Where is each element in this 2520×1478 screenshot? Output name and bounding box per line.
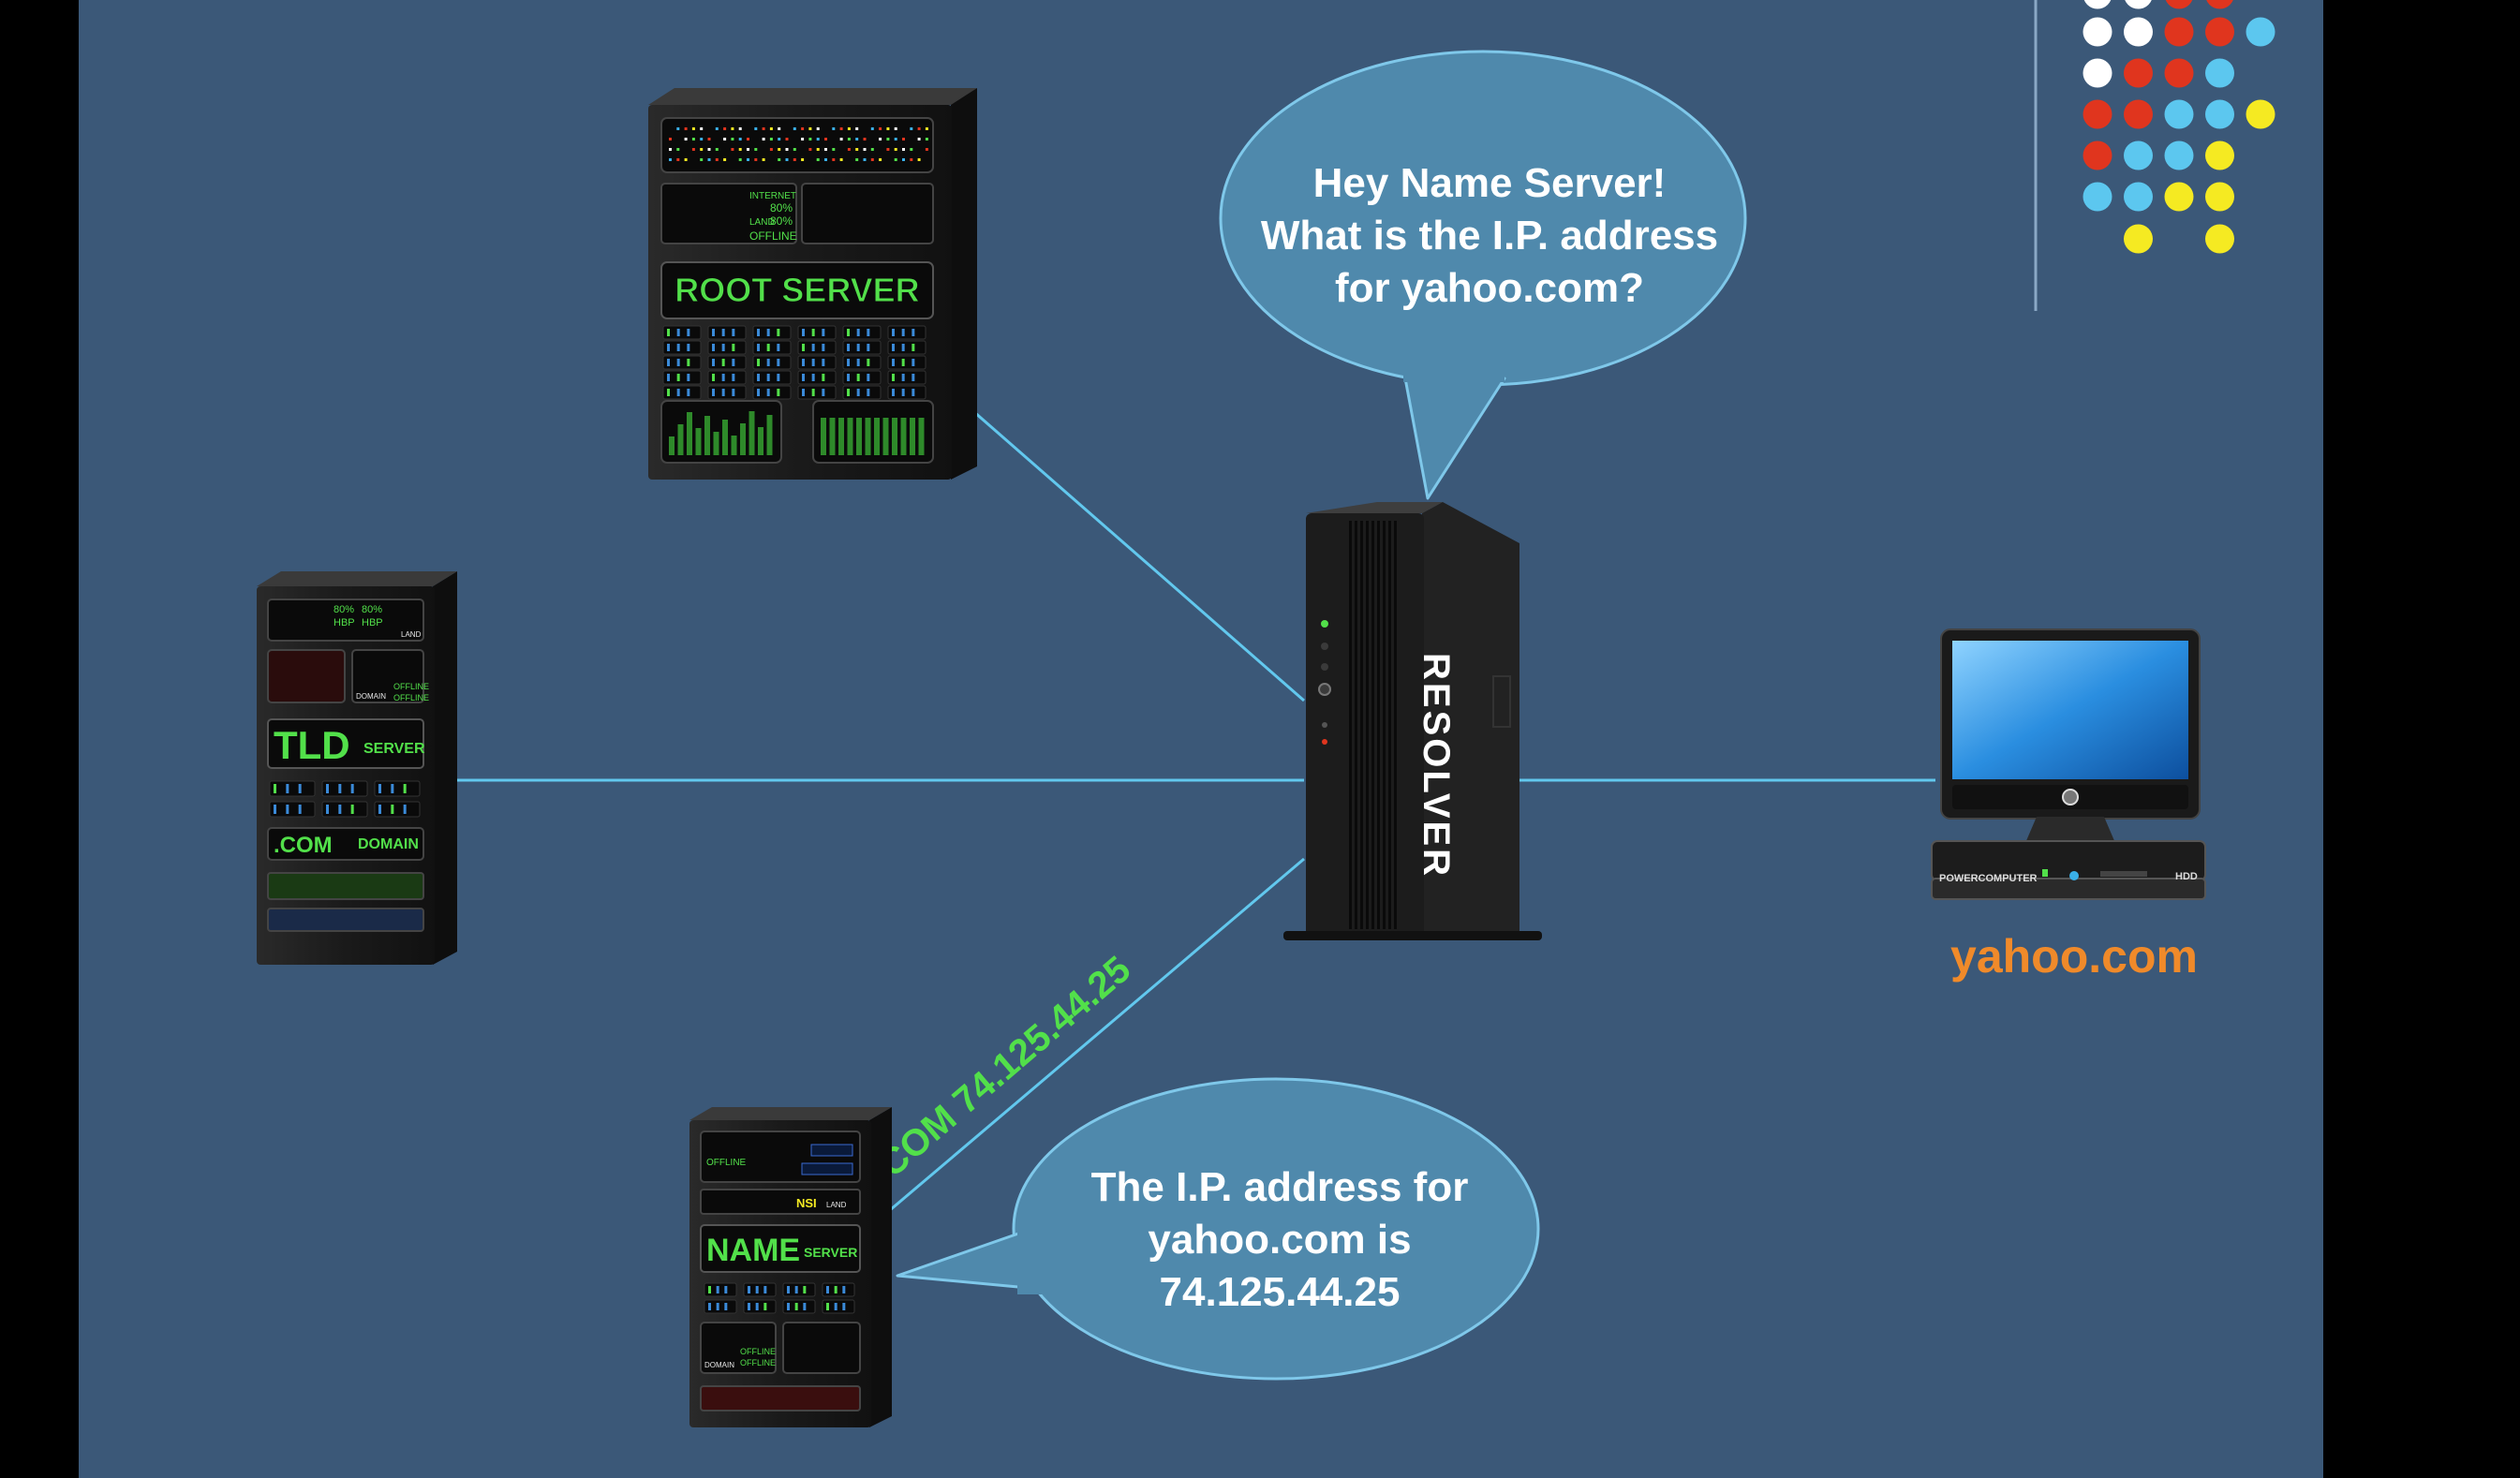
decorative-dot — [2124, 224, 2153, 254]
answer-line-3: 74.125.44.25 — [1160, 1269, 1401, 1315]
root-panel-text: OFFLINE — [749, 229, 797, 243]
decorative-dot — [2205, 17, 2234, 47]
root-server-label: ROOT SERVER — [674, 271, 919, 309]
decorative-dot — [2164, 58, 2194, 88]
question-line-1: Hey Name Server! — [1313, 160, 1667, 206]
decorative-dot — [2083, 58, 2112, 88]
tld-label: TLD — [274, 723, 350, 767]
name-panel-text: DOMAIN — [704, 1361, 734, 1369]
name-panel-text: OFFLINE — [740, 1347, 776, 1356]
resolver-vents — [1349, 521, 1397, 929]
decorative-dot — [2083, 17, 2112, 47]
decorative-dot-pattern — [2083, 0, 2275, 254]
question-speech-bubble: Hey Name Server! What is the I.P. addres… — [1219, 50, 1747, 500]
decorative-dot — [2124, 140, 2153, 170]
tld-panel-text: OFFLINE — [393, 693, 429, 702]
answer-line-1: The I.P. address for — [1091, 1164, 1469, 1210]
decorative-dot — [2124, 99, 2153, 129]
tld-panel-text: 80% — [334, 604, 354, 615]
computer-label: yahoo.com — [1950, 930, 2198, 983]
tld-panel-text: HBP — [362, 617, 383, 628]
tld-panel-text: OFFLINE — [393, 682, 429, 691]
decorative-dot — [2205, 224, 2234, 254]
decorative-dot — [2124, 182, 2153, 212]
tld-panel-text: 80% — [362, 604, 382, 615]
decorative-dot — [2164, 17, 2194, 47]
decorative-dot — [2205, 58, 2234, 88]
name-server-sublabel: SERVER — [804, 1245, 857, 1260]
root-panel-text: 80% — [770, 214, 793, 228]
decorative-dot — [2164, 99, 2194, 129]
tld-sublabel: SERVER — [363, 741, 425, 757]
decorative-dot — [2083, 140, 2112, 170]
decorative-dot — [2083, 182, 2112, 212]
root-panel-text: INTERNET — [749, 191, 796, 201]
tld-domain-label: DOMAIN — [358, 836, 419, 852]
decorative-dot — [2164, 182, 2194, 212]
tld-panel-text: DOMAIN — [356, 692, 386, 701]
resolver: RESOLVER — [1283, 502, 1542, 940]
decorative-dot — [2124, 58, 2153, 88]
name-server-label: NAME — [706, 1233, 800, 1268]
name-panel-text: NSI — [796, 1196, 817, 1210]
name-panel-text: OFFLINE — [740, 1358, 776, 1367]
decorative-dot — [2205, 99, 2234, 129]
root-panel-text: 80% — [770, 201, 793, 214]
decorative-dot — [2206, 0, 2233, 9]
answer-line-2: yahoo.com is — [1148, 1217, 1411, 1263]
question-line-2: What is the I.P. address — [1261, 213, 1718, 259]
decorative-dot — [2083, 0, 2112, 9]
decorative-dot — [2164, 140, 2194, 170]
tld-panel-text: HBP — [334, 617, 355, 628]
decorative-dot — [2083, 99, 2112, 129]
tld-server: 80% 80% HBP HBP LAND DOMAIN OFFLINE OFFL… — [257, 571, 457, 965]
name-panel-text: LAND — [826, 1201, 847, 1209]
decorative-dot — [2246, 17, 2275, 47]
question-line-3: for yahoo.com? — [1335, 265, 1644, 311]
name-server: OFFLINE NSI LAND NAME SERVER DOMAIN OFFL… — [689, 1107, 892, 1427]
root-server: INTERNET 80% LAND 80% OFFLINE ROOT SERVE… — [648, 88, 977, 480]
computer: POWERCOMPUTER HDD yahoo.com — [1931, 628, 2206, 983]
computer-brand: POWERCOMPUTER — [1939, 873, 2038, 884]
connector-root-to-resolver — [973, 410, 1305, 702]
dns-diagram: .COM 74.125.44.25 INTERNET 80% LAND 80% … — [257, 0, 2275, 1427]
computer-badge: HDD — [2175, 871, 2198, 882]
decorative-dot — [2125, 0, 2152, 9]
name-panel-text: OFFLINE — [706, 1158, 747, 1168]
decorative-dot — [2124, 17, 2153, 47]
decorative-dot — [2205, 182, 2234, 212]
tld-panel-text: LAND — [401, 630, 422, 639]
decorative-dot — [2165, 0, 2193, 9]
decorative-dot — [2205, 140, 2234, 170]
tld-com-label: .COM — [274, 833, 333, 858]
decorative-dot — [2246, 99, 2275, 129]
resolver-label: RESOLVER — [1416, 653, 1457, 879]
